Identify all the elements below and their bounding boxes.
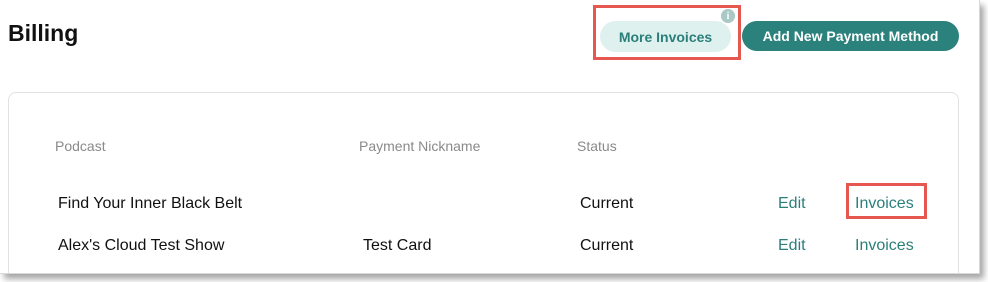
highlight-box-row-1-invoices bbox=[846, 183, 927, 219]
column-header-payment-nickname: Payment Nickname bbox=[359, 138, 481, 154]
add-new-payment-method-button[interactable]: Add New Payment Method bbox=[742, 21, 959, 51]
row-2-invoices-link[interactable]: Invoices bbox=[855, 237, 914, 255]
row-2-nickname: Test Card bbox=[363, 237, 432, 254]
info-icon[interactable]: i bbox=[721, 9, 735, 23]
column-header-podcast: Podcast bbox=[55, 138, 106, 154]
row-1-edit-link[interactable]: Edit bbox=[778, 195, 806, 213]
row-2-edit-link[interactable]: Edit bbox=[778, 237, 806, 255]
more-invoices-button[interactable]: More Invoices bbox=[600, 21, 731, 52]
billing-window: Billing More Invoices i Add New Payment … bbox=[0, 0, 980, 274]
page-title: Billing bbox=[8, 20, 79, 46]
row-2-podcast: Alex's Cloud Test Show bbox=[58, 237, 225, 254]
row-1-podcast: Find Your Inner Black Belt bbox=[58, 195, 243, 212]
row-2-status: Current bbox=[580, 237, 634, 254]
column-header-status: Status bbox=[577, 138, 617, 154]
row-1-status: Current bbox=[580, 195, 634, 212]
